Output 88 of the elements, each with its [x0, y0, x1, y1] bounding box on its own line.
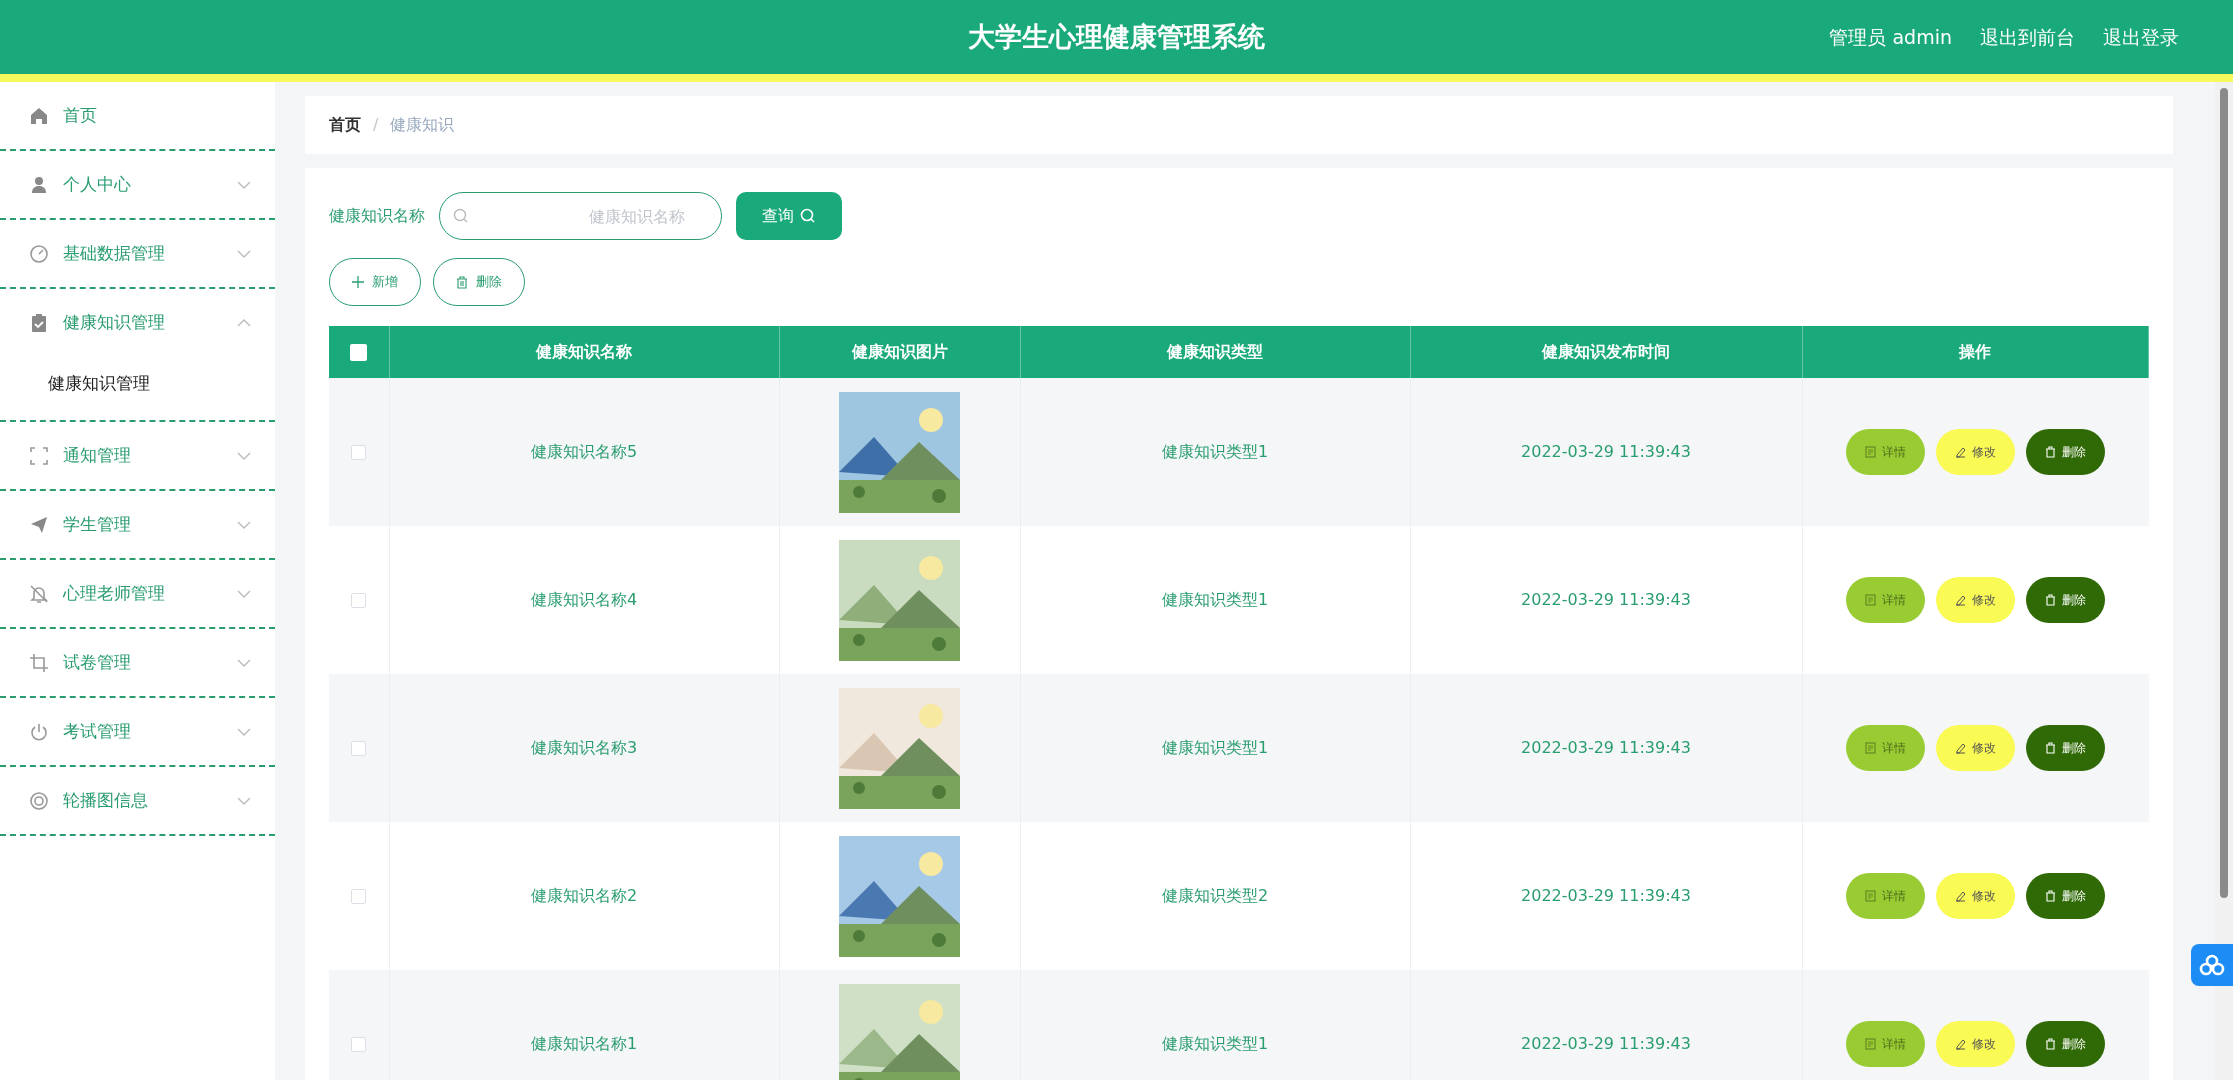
search-icon: [800, 208, 816, 224]
crop-icon: [29, 652, 49, 673]
delete-button[interactable]: 删除: [2026, 725, 2105, 771]
edit-button[interactable]: 修改: [1936, 1021, 2015, 1067]
document-icon: [1865, 446, 1876, 458]
cloud-widget-icon[interactable]: [2191, 944, 2233, 986]
row-checkbox[interactable]: [351, 889, 367, 904]
table-cell: 健康知识类型1: [1161, 590, 1269, 609]
trash-icon: [2045, 594, 2056, 606]
edit-button[interactable]: 修改: [1936, 429, 2015, 475]
sidebar-item[interactable]: 学生管理: [0, 491, 275, 558]
delete-button[interactable]: 删除: [2026, 1021, 2105, 1067]
edit-button[interactable]: 修改: [1936, 873, 2015, 919]
sidebar-item[interactable]: 轮播图信息: [0, 767, 275, 834]
header-link[interactable]: 退出登录: [2103, 22, 2179, 52]
scrollbar-thumb[interactable]: [2220, 88, 2228, 898]
delete-button[interactable]: 删除: [2026, 873, 2105, 919]
document-icon: [1865, 890, 1876, 902]
details-button[interactable]: 详情: [1846, 429, 1925, 475]
details-button[interactable]: 详情: [1846, 725, 1925, 771]
sidebar-item[interactable]: 个人中心: [0, 151, 275, 218]
sidebar-item[interactable]: 试卷管理: [0, 629, 275, 696]
details-button[interactable]: 详情: [1846, 873, 1925, 919]
home-icon: [29, 105, 49, 126]
sidebar-item[interactable]: 通知管理: [0, 422, 275, 489]
row-checkbox[interactable]: [351, 1037, 367, 1052]
sidebar-item[interactable]: 首页: [0, 82, 275, 149]
trash-icon: [2045, 742, 2056, 754]
breadcrumb-link[interactable]: 首页: [329, 113, 361, 137]
table-cell: 健康知识类型1: [1161, 1034, 1269, 1053]
search-field[interactable]: 健康知识名称: [439, 192, 722, 240]
pencil-icon: [1955, 1038, 1966, 1050]
table-cell: 健康知识类型1: [1161, 738, 1269, 757]
pencil-icon: [1955, 446, 1966, 458]
table-cell: 2022-03-29 11:39:43: [1521, 886, 1691, 905]
plus-icon: [352, 276, 364, 288]
pencil-icon: [1955, 594, 1966, 606]
frame-icon: [29, 445, 49, 466]
edit-button[interactable]: 修改: [1936, 577, 2015, 623]
details-button[interactable]: 详情: [1846, 577, 1925, 623]
sidebar-item[interactable]: 基础数据管理: [0, 220, 275, 287]
trash-icon: [2045, 1038, 2056, 1050]
table-cell: 2022-03-29 11:39:43: [1521, 738, 1691, 757]
sidebar-item[interactable]: 考试管理: [0, 698, 275, 765]
sidebar-item[interactable]: 心理老师管理: [0, 560, 275, 627]
table-cell: 2022-03-29 11:39:43: [1521, 590, 1691, 609]
app-title: 大学生心理健康管理系统: [968, 19, 1265, 54]
lifebuoy-icon: [29, 790, 49, 811]
search-button[interactable]: 查询: [736, 192, 842, 240]
table-cell: 2022-03-29 11:39:43: [1521, 442, 1691, 461]
row-checkbox[interactable]: [351, 741, 367, 756]
breadcrumb-separator: /: [373, 114, 379, 136]
table-cell: 健康知识名称3: [530, 738, 638, 757]
header-link[interactable]: 退出到前台: [1980, 22, 2075, 52]
document-icon: [1865, 1038, 1876, 1050]
table-cell: 健康知识名称2: [530, 886, 638, 905]
table-cell: 健康知识名称5: [530, 442, 638, 461]
table-cell: 健康知识类型2: [1161, 886, 1269, 905]
delete-button[interactable]: 删除: [2026, 577, 2105, 623]
row-checkbox[interactable]: [351, 445, 367, 460]
user-name[interactable]: 管理员 admin: [1829, 22, 1952, 52]
table-cell: 2022-03-29 11:39:43: [1521, 1034, 1691, 1053]
user-icon: [29, 174, 49, 195]
pencil-icon: [1955, 742, 1966, 754]
clipboard-icon: [29, 312, 49, 333]
submenu-item[interactable]: 健康知识管理: [0, 356, 275, 412]
search-icon: [453, 208, 469, 224]
table-cell: 健康知识类型1: [1161, 442, 1269, 461]
trash-icon: [2045, 446, 2056, 458]
details-button[interactable]: 详情: [1846, 1021, 1925, 1067]
power-icon: [29, 721, 49, 742]
delete-button[interactable]: 删除: [2026, 429, 2105, 475]
trash-icon: [456, 275, 468, 289]
select-all-checkbox[interactable]: [350, 344, 368, 361]
paper-plane-icon: [29, 514, 49, 535]
edit-button[interactable]: 修改: [1936, 725, 2015, 771]
sidebar-item[interactable]: 健康知识管理: [0, 289, 275, 356]
bell-off-icon: [29, 583, 49, 604]
table-cell: 健康知识名称1: [530, 1034, 638, 1053]
row-checkbox[interactable]: [351, 593, 367, 608]
table-cell: 健康知识名称4: [530, 590, 638, 609]
trash-icon: [2045, 890, 2056, 902]
pencil-icon: [1955, 890, 1966, 902]
gauge-icon: [29, 243, 49, 264]
document-icon: [1865, 742, 1876, 754]
search-label: 健康知识名称: [329, 205, 425, 227]
document-icon: [1865, 594, 1876, 606]
breadcrumb-current: 健康知识: [390, 114, 455, 136]
